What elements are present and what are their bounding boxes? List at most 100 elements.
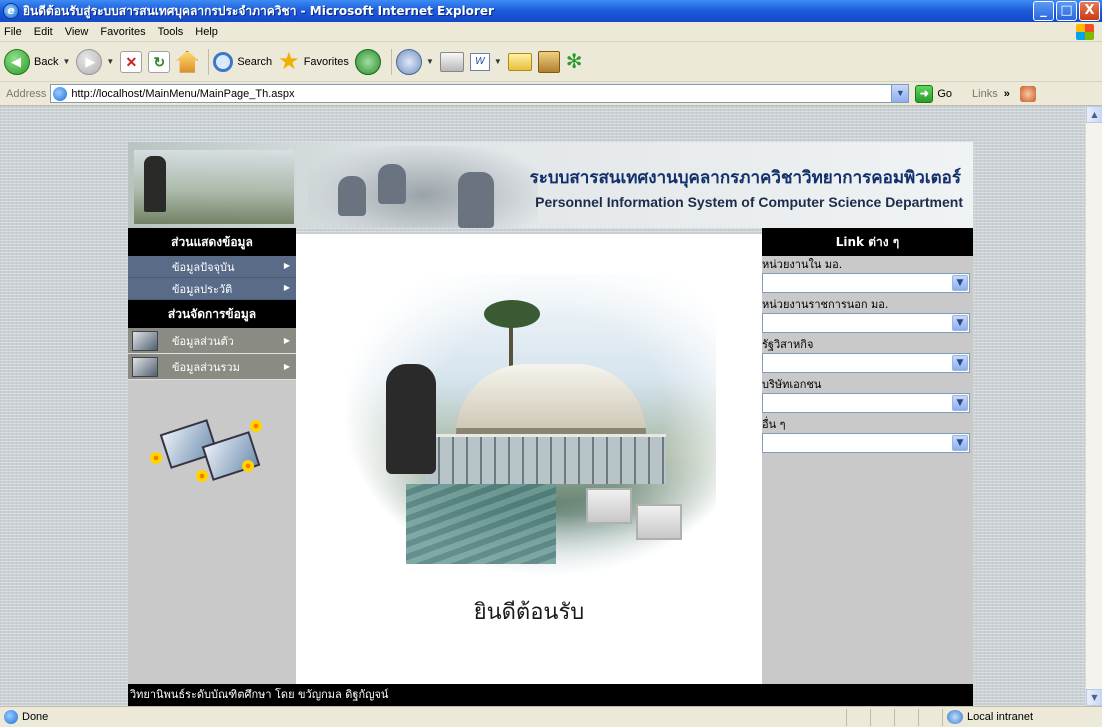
nav-item-current-data[interactable]: ข้อมูลปัจจุบัน ▶: [128, 256, 296, 278]
arrow-right-icon: ▶: [283, 261, 290, 270]
main-content: ยินดีต้อนรับ: [296, 234, 762, 684]
menu-tools[interactable]: Tools: [158, 26, 184, 38]
search-icon: [213, 51, 234, 72]
nav-item-label: ข้อมูลส่วนรวม: [172, 360, 240, 374]
edit-button[interactable]: W ▼: [469, 45, 502, 79]
status-bar: Done Local intranet: [0, 706, 1102, 727]
forward-dropdown-icon[interactable]: ▼: [106, 57, 114, 66]
star-icon: ★: [278, 47, 300, 75]
dome-building-image: [456, 364, 646, 434]
right-sidebar: Link ต่าง ๆ หน่วยงานใน มอ. ▼ หน่วยงานราช…: [762, 228, 973, 684]
messenger-button[interactable]: ✻: [566, 45, 583, 79]
other-links-select[interactable]: ▼: [762, 433, 970, 453]
favorites-button[interactable]: ★ Favorites: [278, 45, 349, 79]
research-button[interactable]: [537, 45, 560, 79]
arrow-right-icon: ▶: [283, 283, 290, 292]
scroll-up-icon[interactable]: ▲: [1086, 106, 1102, 123]
person-figure: [458, 172, 494, 228]
window-controls: _ □ X: [1033, 1, 1100, 21]
menu-file[interactable]: File: [4, 26, 22, 38]
vertical-scrollbar[interactable]: ▲ ▼: [1085, 106, 1102, 706]
print-icon: [439, 51, 464, 72]
laptop-illustration: [146, 412, 264, 490]
stop-button[interactable]: ✕: [120, 45, 143, 79]
windows-logo-icon: [1076, 24, 1094, 40]
maximize-button[interactable]: □: [1056, 1, 1077, 21]
folder-button[interactable]: [507, 45, 532, 79]
flower-image: [150, 452, 162, 464]
forward-icon: [76, 48, 103, 75]
link-group: หน่วยงานใน มอ. ▼: [762, 258, 973, 293]
university-units-select[interactable]: ▼: [762, 273, 970, 293]
menu-help[interactable]: Help: [195, 26, 218, 38]
mail-icon: [395, 48, 422, 75]
edit-dropdown-icon[interactable]: ▼: [494, 57, 502, 66]
private-company-select[interactable]: ▼: [762, 393, 970, 413]
menu-view[interactable]: View: [65, 26, 89, 38]
close-button[interactable]: X: [1079, 1, 1100, 21]
mail-button[interactable]: ▼: [395, 45, 434, 79]
toolbar-separator: [208, 48, 210, 75]
flower-image: [196, 470, 208, 482]
address-dropdown-icon[interactable]: ▼: [891, 85, 909, 102]
manage-section-header: ส่วนจัดการข้อมูล: [128, 300, 296, 328]
chevron-down-icon[interactable]: ▼: [952, 435, 968, 451]
links-label: Links: [972, 87, 998, 100]
chevron-down-icon[interactable]: ▼: [952, 395, 968, 411]
address-bar: Address http://localhost/MainMenu/MainPa…: [0, 82, 1102, 106]
nav-item-shared-data[interactable]: ข้อมูลส่วนรวม ▶: [128, 354, 296, 380]
back-label: Back: [34, 55, 59, 68]
forward-button[interactable]: ▼: [76, 45, 114, 79]
person-figure: [338, 176, 366, 216]
search-label: Search: [237, 55, 273, 68]
history-button[interactable]: [354, 45, 381, 79]
go-button[interactable]: ➜ Go: [915, 84, 953, 103]
nav-item-label: ข้อมูลประวัติ: [172, 282, 233, 296]
header-banner: ระบบสารสนเทศงานบุคลากรภาควิชาวิทยาการคอม…: [128, 142, 973, 228]
home-button[interactable]: [176, 45, 199, 79]
welcome-heading: ยินดีต้อนรับ: [473, 600, 585, 625]
menu-bar: File Edit View Favorites Tools Help: [0, 22, 1102, 42]
search-button[interactable]: Search: [213, 45, 272, 79]
minimize-button[interactable]: _: [1033, 1, 1054, 21]
folder-icon: [507, 52, 532, 71]
page-icon: [53, 86, 68, 101]
links-header: Link ต่าง ๆ: [762, 228, 973, 256]
personal-data-thumbnail-icon: [132, 331, 158, 351]
go-label: Go: [937, 87, 953, 100]
banner-title-thai: ระบบสารสนเทศงานบุคลากรภาควิชาวิทยาการคอม…: [529, 168, 961, 188]
translate-icon[interactable]: [1019, 85, 1036, 102]
security-zone: Local intranet: [942, 708, 1102, 726]
nav-item-history-data[interactable]: ข้อมูลประวัติ ▶: [128, 278, 296, 300]
building-image: [426, 434, 666, 484]
nav-item-label: ข้อมูลปัจจุบัน: [172, 260, 235, 274]
links-button[interactable]: Links »: [972, 88, 1010, 100]
nav-item-personal-data[interactable]: ข้อมูลส่วนตัว ▶: [128, 328, 296, 354]
browser-viewport: ระบบสารสนเทศงานบุคลากรภาควิชาวิทยาการคอม…: [0, 106, 1102, 706]
mail-dropdown-icon[interactable]: ▼: [426, 57, 434, 66]
chevron-down-icon[interactable]: ▼: [952, 275, 968, 291]
link-group: รัฐวิสาหกิจ ▼: [762, 338, 973, 373]
link-group-label: อื่น ๆ: [762, 418, 786, 431]
government-units-select[interactable]: ▼: [762, 313, 970, 333]
home-icon: [176, 50, 199, 73]
chevron-down-icon[interactable]: ▼: [952, 315, 968, 331]
address-input[interactable]: http://localhost/MainMenu/MainPage_Th.as…: [50, 84, 910, 103]
intranet-zone-icon: [947, 710, 963, 724]
palm-tree-image: [476, 294, 546, 394]
print-button[interactable]: [439, 45, 464, 79]
status-text: Done: [22, 711, 49, 723]
back-icon: [4, 48, 30, 75]
back-dropdown-icon[interactable]: ▼: [62, 57, 70, 66]
status-pane: [846, 708, 870, 726]
link-group: อื่น ๆ ▼: [762, 418, 973, 453]
state-enterprise-select[interactable]: ▼: [762, 353, 970, 373]
link-group-label: หน่วยงานใน มอ.: [762, 258, 843, 271]
address-url: http://localhost/MainMenu/MainPage_Th.as…: [71, 87, 295, 100]
back-button[interactable]: Back ▼: [4, 45, 70, 79]
scroll-down-icon[interactable]: ▼: [1086, 689, 1102, 706]
refresh-button[interactable]: ↻: [148, 45, 171, 79]
menu-favorites[interactable]: Favorites: [100, 26, 145, 38]
menu-edit[interactable]: Edit: [34, 26, 53, 38]
chevron-down-icon[interactable]: ▼: [952, 355, 968, 371]
